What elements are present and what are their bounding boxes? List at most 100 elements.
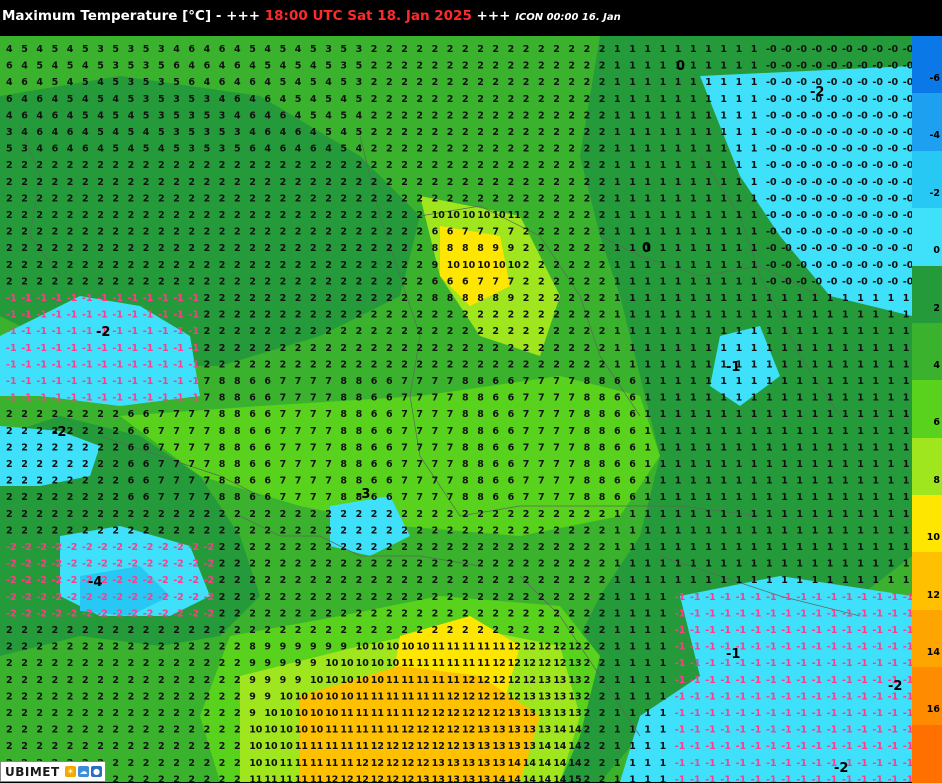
station-value: 7 xyxy=(508,276,515,287)
station-value: 2 xyxy=(21,725,28,736)
station-value: 2 xyxy=(204,260,211,271)
station-value: 2 xyxy=(295,343,302,354)
station-value: 2 xyxy=(52,525,59,536)
station-value: 1 xyxy=(751,459,758,470)
station-value: 1 xyxy=(812,310,819,321)
station-value: 7 xyxy=(401,409,408,420)
station-value: 11 xyxy=(280,758,293,769)
station-value: -0 xyxy=(903,77,912,88)
station-value: 2 xyxy=(143,642,150,653)
station-value: 1 xyxy=(842,542,849,553)
station-value: 2 xyxy=(386,260,393,271)
station-value: 1 xyxy=(675,177,682,188)
station-value: 2 xyxy=(112,708,119,719)
station-value: 2 xyxy=(371,359,378,370)
station-value: 6 xyxy=(492,492,499,503)
station-value: -2 xyxy=(128,542,139,553)
station-value: 2 xyxy=(553,210,560,221)
station-value: -1 xyxy=(705,774,716,782)
station-value: 1 xyxy=(690,210,697,221)
station-value: 1 xyxy=(705,276,712,287)
station-value: -0 xyxy=(796,210,807,221)
station-value: 7 xyxy=(553,426,560,437)
temperature-map[interactable]: 4545453535346464545453532222222222222222… xyxy=(0,36,912,782)
station-value: 1 xyxy=(766,393,773,404)
station-value: 2 xyxy=(67,409,74,420)
station-value: 2 xyxy=(295,359,302,370)
station-value: -1 xyxy=(872,608,883,619)
station-value: 2 xyxy=(477,144,484,155)
station-value: 3 xyxy=(234,127,241,138)
station-value: 1 xyxy=(629,110,636,121)
station-value: 2 xyxy=(112,725,119,736)
station-value: 6 xyxy=(508,459,515,470)
station-value: -1 xyxy=(188,293,199,304)
station-value: 1 xyxy=(857,343,864,354)
ubimet-logo: UBIMET ☀ ☁ ● xyxy=(0,761,106,782)
station-value: 2 xyxy=(204,658,211,669)
station-value: 2 xyxy=(310,276,317,287)
station-value: -1 xyxy=(827,592,838,603)
station-value: -1 xyxy=(675,741,686,752)
station-value: 1 xyxy=(614,44,621,55)
station-value: 1 xyxy=(796,343,803,354)
station-value: 2 xyxy=(584,260,591,271)
station-value: 2 xyxy=(264,227,271,238)
station-value: 1 xyxy=(781,476,788,487)
station-value: 7 xyxy=(447,476,454,487)
station-value: -0 xyxy=(857,144,868,155)
station-value: -1 xyxy=(812,725,823,736)
station-value: 2 xyxy=(538,193,545,204)
station-value: 11 xyxy=(447,675,460,686)
station-value: 1 xyxy=(690,243,697,254)
station-value: 2 xyxy=(67,243,74,254)
station-value: 2 xyxy=(128,741,135,752)
station-value: 2 xyxy=(234,625,241,636)
station-value: 10 xyxy=(249,725,263,736)
station-value: -0 xyxy=(781,177,792,188)
station-value: 2 xyxy=(82,459,89,470)
station-value: -0 xyxy=(781,260,792,271)
station-value: -0 xyxy=(827,110,838,121)
station-value: 2 xyxy=(158,774,165,782)
station-value: -0 xyxy=(857,276,868,287)
station-value: 9 xyxy=(492,243,499,254)
station-value: 7 xyxy=(158,409,165,420)
station-value: 5 xyxy=(6,144,13,155)
area-extreme-label: -2 xyxy=(888,679,902,694)
station-value: -0 xyxy=(766,160,777,171)
station-value: 1 xyxy=(629,642,636,653)
station-value: -1 xyxy=(903,774,912,782)
station-value: -0 xyxy=(812,44,823,55)
station-value: 2 xyxy=(36,725,43,736)
station-value: 3 xyxy=(188,110,195,121)
station-value: 2 xyxy=(523,260,530,271)
station-value: 1 xyxy=(644,725,651,736)
station-value: 2 xyxy=(6,227,13,238)
station-value: -1 xyxy=(812,675,823,686)
station-value: -1 xyxy=(827,642,838,653)
station-value: -0 xyxy=(903,227,912,238)
station-value: 1 xyxy=(660,343,667,354)
station-value: 1 xyxy=(629,625,636,636)
station-value: 1 xyxy=(812,293,819,304)
station-value: 2 xyxy=(599,675,606,686)
station-value: 2 xyxy=(386,243,393,254)
station-value: 2 xyxy=(36,642,43,653)
station-value: 2 xyxy=(280,592,287,603)
station-value: -2 xyxy=(204,608,215,619)
station-value: -1 xyxy=(720,741,731,752)
station-value: 11 xyxy=(462,642,475,653)
station-value: 1 xyxy=(614,708,621,719)
station-value: -1 xyxy=(781,675,792,686)
station-value: 7 xyxy=(295,393,302,404)
station-value: 2 xyxy=(462,177,469,188)
station-value: 6 xyxy=(386,492,393,503)
station-value: 1 xyxy=(751,525,758,536)
station-value: 1 xyxy=(690,459,697,470)
station-value: -1 xyxy=(751,741,762,752)
station-value: 6 xyxy=(21,110,28,121)
station-value: 1 xyxy=(629,77,636,88)
station-value: 2 xyxy=(188,642,195,653)
station-value: 2 xyxy=(538,542,545,553)
